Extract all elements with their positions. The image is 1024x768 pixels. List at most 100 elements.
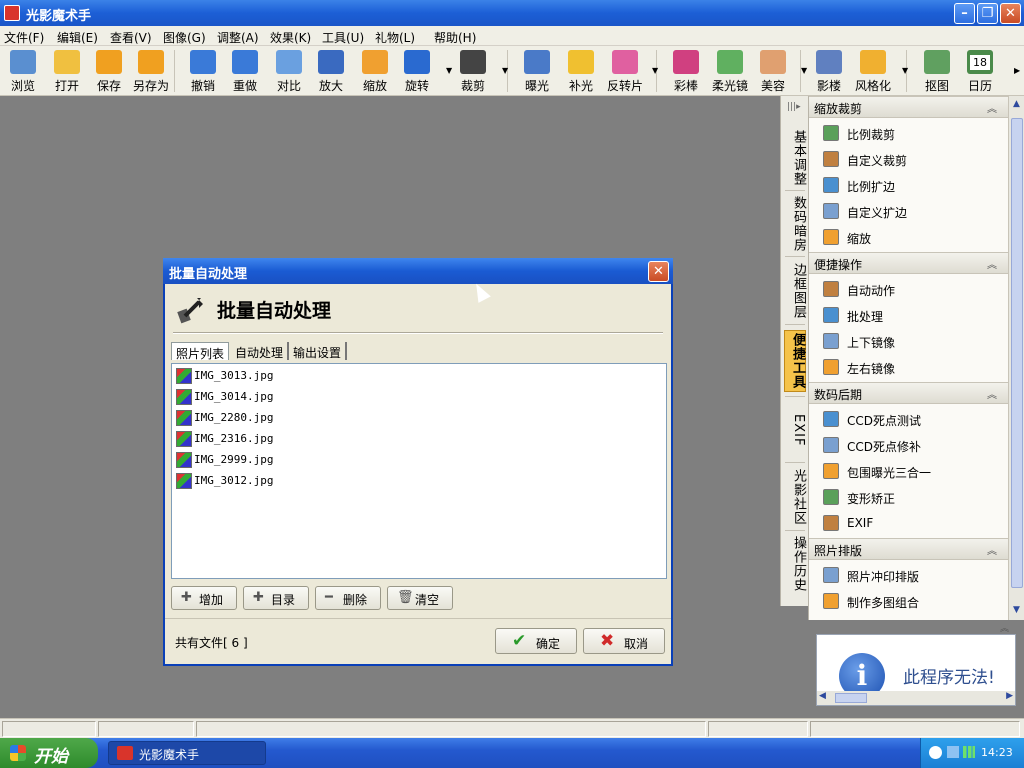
menu-item[interactable]: 图像(G): [163, 29, 206, 46]
panel-tool-item[interactable]: CCD死点测试: [823, 408, 1003, 430]
tool-button[interactable]: 对比: [266, 48, 312, 94]
panel-tool-item[interactable]: 批处理: [823, 304, 1003, 326]
menu-item[interactable]: 礼物(L): [375, 29, 415, 46]
clock[interactable]: 14:23: [981, 746, 1013, 759]
collapse-icon[interactable]: ︽: [987, 100, 997, 115]
panel-tool-item[interactable]: 变形矫正: [823, 486, 1003, 508]
list-item[interactable]: IMG_2999.jpg: [176, 450, 376, 470]
panel-section-header[interactable]: 缩放裁剪 ︽: [809, 96, 1009, 118]
list-item[interactable]: IMG_3013.jpg: [176, 366, 376, 386]
tool-button[interactable]: 美容: [750, 48, 796, 94]
panel-section-header[interactable]: 照片排版 ︽: [809, 538, 1009, 560]
dialog-tab[interactable]: 自动处理: [231, 342, 290, 360]
tool-button[interactable]: 抠图: [914, 48, 960, 94]
list-item[interactable]: IMG_2280.jpg: [176, 408, 376, 428]
list-item[interactable]: IMG_2316.jpg: [176, 429, 376, 449]
panel-scrollbar[interactable]: ▲ ▼: [1008, 96, 1024, 620]
scroll-thumb[interactable]: [1011, 118, 1023, 588]
tool-button[interactable]: 裁剪: [450, 48, 496, 94]
tool-button[interactable]: 撤销: [180, 48, 226, 94]
network-icon[interactable]: [947, 746, 959, 758]
collapse-icon[interactable]: ︽: [987, 386, 997, 401]
panel-tool-item[interactable]: 比例扩边: [823, 174, 1003, 196]
panel-tool-item[interactable]: 照片冲印排版: [823, 564, 1003, 586]
panel-section-header[interactable]: 数码后期 ︽: [809, 382, 1009, 404]
side-tab[interactable]: 光影社区: [784, 468, 806, 526]
tool-button[interactable]: 浏览: [0, 48, 46, 94]
tool-button[interactable]: 柔光镜: [707, 48, 753, 94]
dropdown-arrow-icon[interactable]: ▼: [446, 66, 452, 75]
side-tab[interactable]: 操作历史: [784, 536, 806, 592]
panel-section-header[interactable]: 便捷操作 ︽: [809, 252, 1009, 274]
dialog-close-button[interactable]: ✕: [648, 261, 669, 282]
menu-item[interactable]: 效果(K): [270, 29, 311, 46]
menu-item[interactable]: 文件(F): [4, 29, 44, 46]
dialog-tab[interactable]: 输出设置: [289, 342, 348, 360]
toolbar-more-icon[interactable]: ▶: [1014, 66, 1020, 75]
photo-list[interactable]: IMG_3013.jpg IMG_3014.jpg IMG_2280.jpg IMG_…: [171, 363, 667, 579]
panel-tool-item[interactable]: 左右镜像: [823, 356, 1003, 378]
panel-tool-item[interactable]: 自动动作: [823, 278, 1003, 300]
menu-item[interactable]: 查看(V): [110, 29, 152, 46]
side-tab[interactable]: 便捷工具: [784, 330, 806, 392]
list-item[interactable]: IMG_3014.jpg: [176, 387, 376, 407]
collapse-icon[interactable]: ︽: [987, 542, 997, 557]
tool-button[interactable]: 风格化: [850, 48, 896, 94]
tool-button[interactable]: 彩棒: [663, 48, 709, 94]
dialog-titlebar[interactable]: 批量自动处理 ✕: [163, 258, 673, 284]
collapse-panel-icon[interactable]: |||▸: [787, 102, 801, 112]
tool-button[interactable]: 打开: [44, 48, 90, 94]
dropdown-arrow-icon[interactable]: ▼: [502, 66, 508, 75]
hscroll-thumb[interactable]: [835, 693, 867, 703]
minimize-button[interactable]: –: [954, 3, 975, 24]
clear-button[interactable]: 🗑 清空: [387, 586, 453, 610]
side-tab[interactable]: EXIF: [784, 402, 806, 458]
cancel-button[interactable]: ✖ 取消: [583, 628, 665, 654]
panel-tool-item[interactable]: 比例裁剪: [823, 122, 1003, 144]
tool-button[interactable]: 放大: [308, 48, 354, 94]
tool-button[interactable]: 保存: [86, 48, 132, 94]
delete-button[interactable]: ━ 删除: [315, 586, 381, 610]
tool-button[interactable]: 补光: [558, 48, 604, 94]
tool-button[interactable]: 旋转: [394, 48, 440, 94]
side-tab[interactable]: 数码暗房: [784, 196, 806, 252]
collapse-icon[interactable]: ︽: [987, 256, 997, 271]
tool-button[interactable]: 影楼: [806, 48, 852, 94]
side-tab[interactable]: 基本调整: [784, 130, 806, 186]
panel-tool-item[interactable]: CCD死点修补: [823, 434, 1003, 456]
panel-tool-item[interactable]: 包围曝光三合一: [823, 460, 1003, 482]
list-item[interactable]: IMG_3012.jpg: [176, 471, 376, 491]
dropdown-arrow-icon[interactable]: ▼: [902, 66, 908, 75]
tool-button[interactable]: 18 日历: [957, 48, 1003, 94]
tool-button[interactable]: 缩放: [352, 48, 398, 94]
scroll-down-icon[interactable]: ▼: [1009, 602, 1024, 618]
start-button[interactable]: 开始: [0, 738, 98, 768]
panel-tool-item[interactable]: 自定义裁剪: [823, 148, 1003, 170]
taskbar-app-button[interactable]: 光影魔术手: [108, 741, 266, 765]
ok-button[interactable]: ✔ 确定: [495, 628, 577, 654]
menu-item[interactable]: 调整(A): [217, 29, 259, 46]
menu-item[interactable]: 编辑(E): [57, 29, 98, 46]
maximize-button[interactable]: ❐: [977, 3, 998, 24]
menu-item[interactable]: 工具(U): [322, 29, 364, 46]
info-collapse-icon[interactable]: ︽: [1000, 621, 1009, 634]
scroll-right-icon[interactable]: ▶: [1006, 691, 1013, 701]
add-folder-button[interactable]: ✚ 目录: [243, 586, 309, 610]
panel-tool-item[interactable]: EXIF: [823, 512, 1003, 534]
panel-tool-item[interactable]: 自定义扩边: [823, 200, 1003, 222]
signal-icon[interactable]: [963, 746, 975, 758]
tool-button[interactable]: 重做: [222, 48, 268, 94]
panel-tool-item[interactable]: 制作多图组合: [823, 590, 1003, 612]
tool-button[interactable]: 另存为: [128, 48, 174, 94]
add-button[interactable]: ✚ 增加: [171, 586, 237, 610]
panel-tool-item[interactable]: 缩放: [823, 226, 1003, 248]
scroll-up-icon[interactable]: ▲: [1009, 96, 1024, 112]
tool-button[interactable]: 曝光: [514, 48, 560, 94]
panel-tool-item[interactable]: 上下镜像: [823, 330, 1003, 352]
close-button[interactable]: ✕: [1000, 3, 1021, 24]
dropdown-arrow-icon[interactable]: ▼: [652, 66, 658, 75]
dropdown-arrow-icon[interactable]: ▼: [801, 66, 807, 75]
info-hscrollbar[interactable]: ◀ ▶: [817, 691, 1015, 705]
side-tab[interactable]: 边框图层: [784, 262, 806, 320]
menu-item[interactable]: 帮助(H): [434, 29, 476, 46]
